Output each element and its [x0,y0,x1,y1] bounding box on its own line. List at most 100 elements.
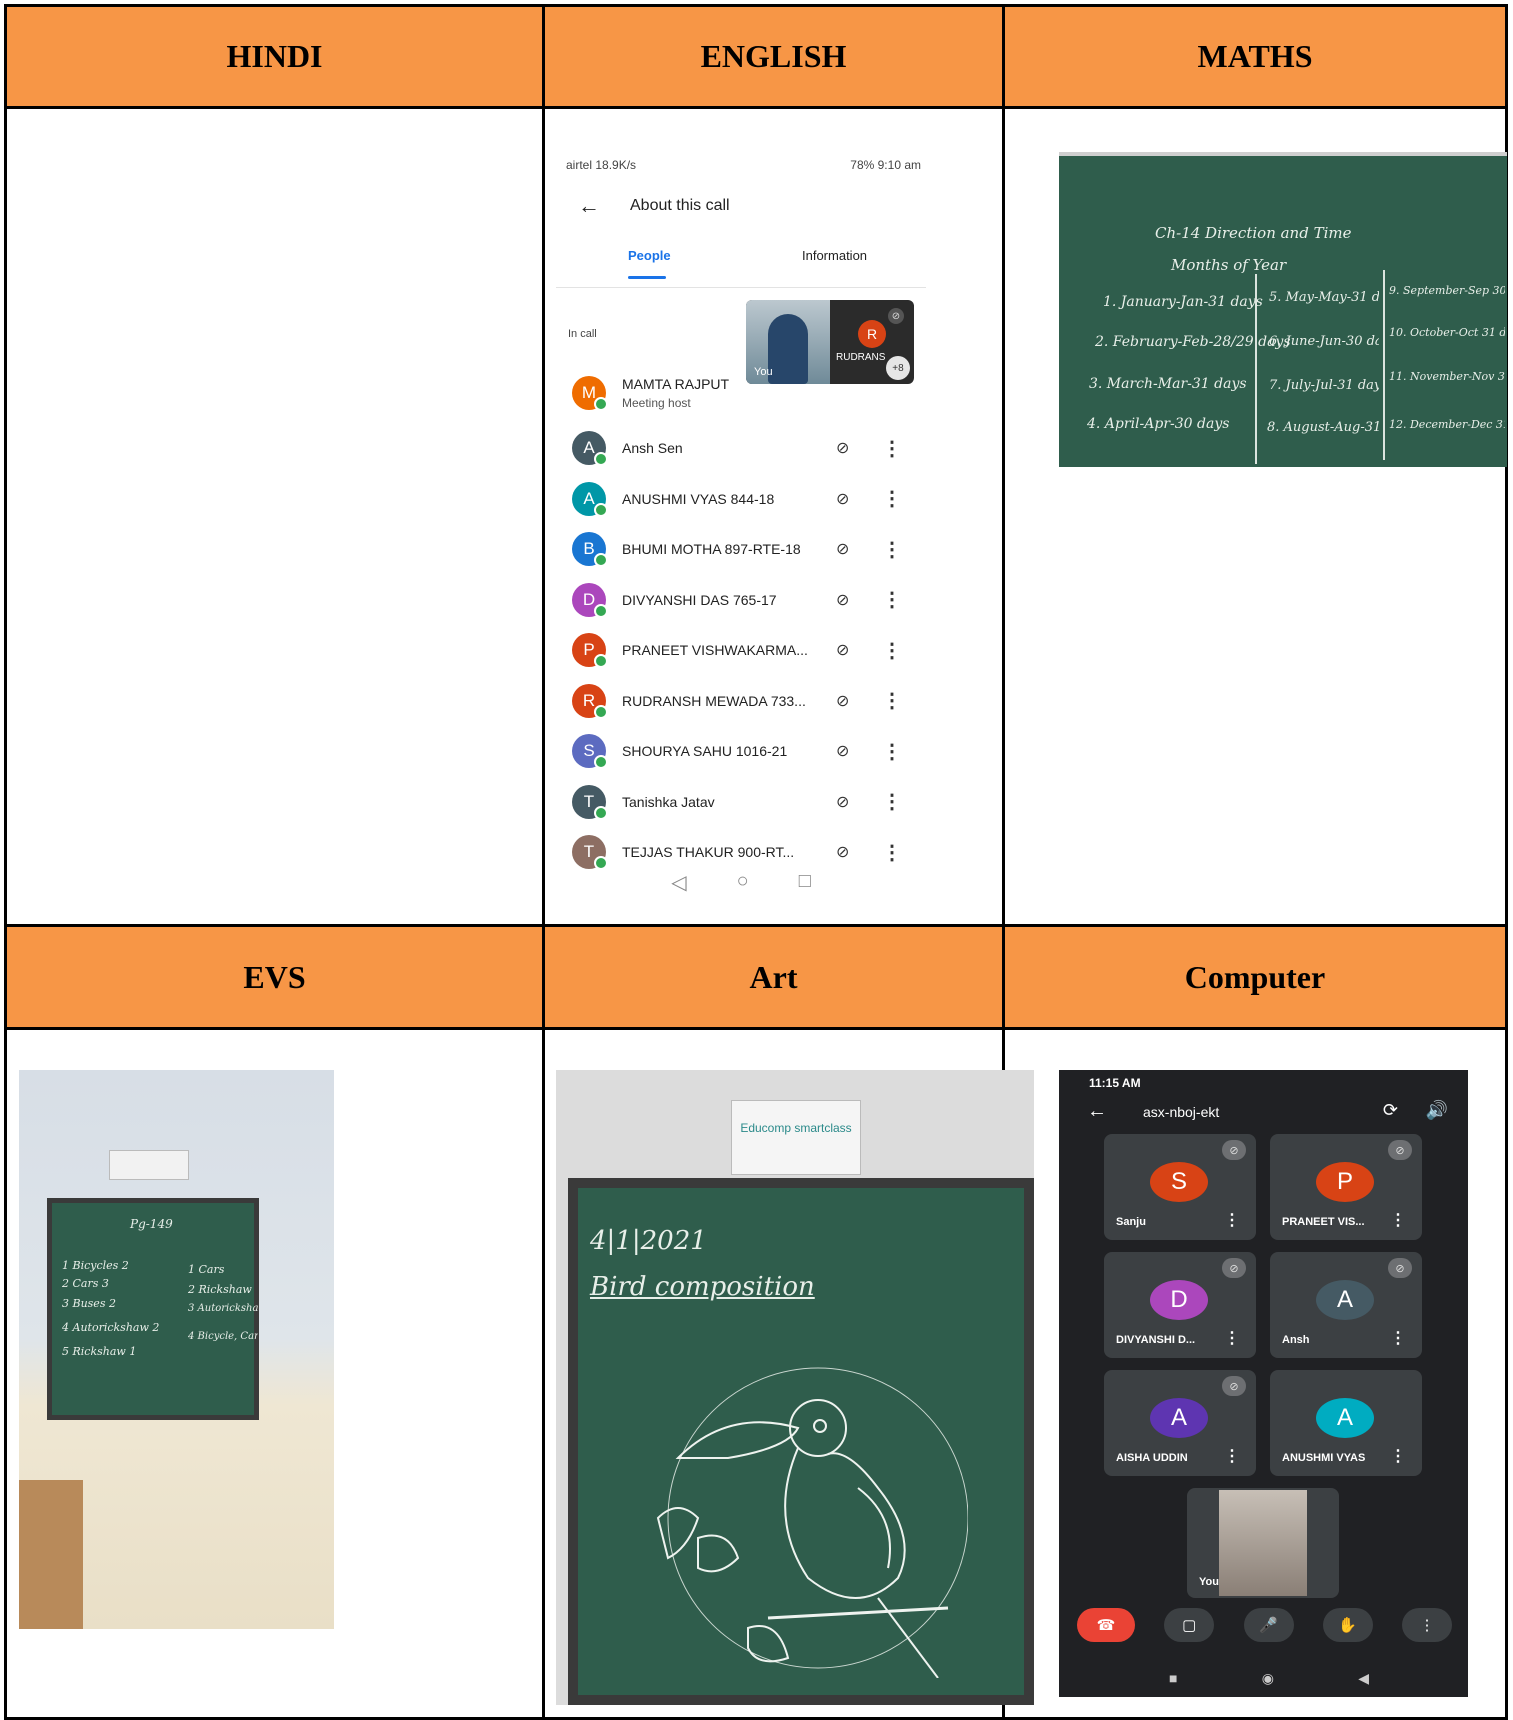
mic-off-icon: ⊘ [836,490,850,508]
avatar: D [572,582,608,618]
month-line: 5. May-May-31 days [1269,290,1379,305]
mic-off-icon: ⊘ [836,692,850,710]
month-line: 2. February-Feb-28/29 days [1095,334,1291,350]
more-options-button[interactable]: ⋮ [1402,1608,1452,1642]
camera-toggle-button[interactable]: ▢ [1164,1608,1215,1642]
side-line: 2 Rickshaw [188,1283,252,1296]
nav-home-icon[interactable]: ◉ [1262,1670,1274,1687]
avatar: A [1316,1398,1374,1438]
participant-name: PRANEET VISHWAKARMA... [622,642,808,659]
participant-row[interactable]: S SHOURYA SAHU 1016-21 ⊘ ⋮ [572,726,912,777]
board-title: Bird composition [590,1272,815,1302]
speaker-icon[interactable]: 🔊 [1426,1100,1448,1121]
tile-name: Sanju [1116,1216,1146,1228]
back-arrow-icon[interactable]: ← [578,193,600,219]
table-line: 1 Bicycles 2 [62,1259,129,1272]
tab-people[interactable]: People [628,248,671,263]
participant-tile[interactable]: ⊘ A AISHA UDDIN ⋮ [1104,1370,1256,1476]
call-controls: ☎ ▢ 🎤 ✋ ⋮ [1077,1608,1452,1642]
avatar: A [1150,1398,1208,1438]
tile-name: AISHA UDDIN [1116,1452,1188,1464]
participant-row[interactable]: M MAMTA RAJPUT Meeting host [572,363,912,423]
participant-row[interactable]: R RUDRANSH MEWADA 733... ⊘ ⋮ [572,676,912,727]
month-line: 7. July-Jul-31 days [1269,378,1379,393]
more-options-icon[interactable]: ⋮ [882,486,902,511]
mic-off-icon: ⊘ [836,793,850,811]
more-options-icon[interactable]: ⋮ [882,739,902,764]
status-right: 78% 9:10 am [850,158,921,172]
more-options-icon[interactable]: ⋮ [1390,1446,1406,1466]
participant-row[interactable]: A Ansh Sen ⊘ ⋮ [572,423,912,474]
participant-tile[interactable]: ⊘ P PRANEET VIS... ⋮ [1270,1134,1422,1240]
header-maths: MATHS [1002,4,1508,109]
avatar: T [572,835,608,871]
avatar: P [572,633,608,669]
mic-off-icon: ⊘ [1222,1258,1246,1278]
board-subtitle: Months of Year [1171,256,1287,274]
side-line: 4 Bicycle, Cars [188,1331,258,1342]
end-call-button[interactable]: ☎ [1077,1608,1135,1642]
avatar: A [572,431,608,467]
more-options-icon[interactable]: ⋮ [1390,1210,1406,1230]
participant-row[interactable]: D DIVYANSHI DAS 765-17 ⊘ ⋮ [572,575,912,626]
maths-chalkboard-photo: Ch-14 Direction and Time Months of Year … [1059,152,1507,467]
mic-off-icon: ⊘ [1388,1258,1412,1278]
back-arrow-icon[interactable]: ← [1087,1100,1107,1123]
switch-camera-icon[interactable]: ⟳ [1383,1100,1398,1121]
nav-back-icon[interactable]: ◁ [671,870,686,895]
art-chalkboard-photo: Educomp smartclass 4|1|2021 Bird composi… [556,1070,1034,1705]
participant-row[interactable]: P PRANEET VISHWAKARMA... ⊘ ⋮ [572,625,912,676]
avatar: R [572,683,608,719]
phone-status-bar: airtel 18.9K/s 78% 9:10 am [566,158,921,172]
participant-tile[interactable]: A ANUSHMI VYAS ⋮ [1270,1370,1422,1476]
header-english: ENGLISH [542,4,1005,109]
participant-row[interactable]: A ANUSHMI VYAS 844-18 ⊘ ⋮ [572,474,912,525]
in-call-label: In call [568,328,597,340]
nav-back-icon[interactable]: ◀ [1358,1670,1369,1687]
participant-name: Tanishka Jatav [622,793,715,810]
more-options-icon[interactable]: ⋮ [1224,1328,1240,1348]
more-options-icon[interactable]: ⋮ [1224,1210,1240,1230]
participant-name: BHUMI MOTHA 897-RTE-18 [622,541,801,558]
wall-sign [109,1150,189,1180]
mic-off-icon: ⊘ [888,308,904,324]
participant-row[interactable]: B BHUMI MOTHA 897-RTE-18 ⊘ ⋮ [572,524,912,575]
mic-toggle-button[interactable]: 🎤 [1243,1608,1294,1642]
participant-row[interactable]: T Tanishka Jatav ⊘ ⋮ [572,777,912,828]
self-view-tile[interactable]: You [1187,1488,1339,1598]
avatar: S [1150,1162,1208,1202]
more-options-icon[interactable]: ⋮ [882,638,902,663]
avatar: S [572,734,608,770]
side-line: 1 Cars [188,1263,225,1276]
raise-hand-button[interactable]: ✋ [1322,1608,1373,1642]
avatar: T [572,784,608,820]
participant-tile[interactable]: ⊘ D DIVYANSHI D... ⋮ [1104,1252,1256,1358]
mic-off-icon: ⊘ [836,541,850,559]
tile-name: DIVYANSHI D... [1116,1334,1196,1346]
android-nav-bar: ◁ ○ □ [556,870,926,895]
more-options-icon[interactable]: ⋮ [882,537,902,562]
more-options-icon[interactable]: ⋮ [882,840,902,865]
participant-tile[interactable]: ⊘ A Ansh ⋮ [1270,1252,1422,1358]
more-options-icon[interactable]: ⋮ [882,436,902,461]
meeting-code[interactable]: asx-nboj-ekt [1143,1104,1219,1120]
more-options-icon[interactable]: ⋮ [882,587,902,612]
mic-off-icon: ⊘ [1222,1376,1246,1396]
more-options-icon[interactable]: ⋮ [1390,1328,1406,1348]
mic-off-icon: ⊘ [836,743,850,761]
participant-tile[interactable]: ⊘ S Sanju ⋮ [1104,1134,1256,1240]
nav-recents-icon[interactable]: □ [799,870,811,895]
more-options-icon[interactable]: ⋮ [882,789,902,814]
table-line: 4 Autorickshaw 2 [62,1321,160,1334]
board-heading: Pg-149 [130,1217,173,1231]
mic-off-icon: ⊘ [836,591,850,609]
tab-information[interactable]: Information [802,248,867,263]
month-line: 6. June-Jun-30 days [1269,334,1379,349]
nav-recents-icon[interactable]: ■ [1169,1670,1177,1687]
tile-name: Ansh [1282,1334,1310,1346]
more-options-icon[interactable]: ⋮ [1224,1446,1240,1466]
more-options-icon[interactable]: ⋮ [882,688,902,713]
participant-name-block: MAMTA RAJPUT Meeting host [622,376,812,410]
month-line: 10. October-Oct 31 days [1389,326,1505,339]
nav-home-icon[interactable]: ○ [737,870,749,895]
